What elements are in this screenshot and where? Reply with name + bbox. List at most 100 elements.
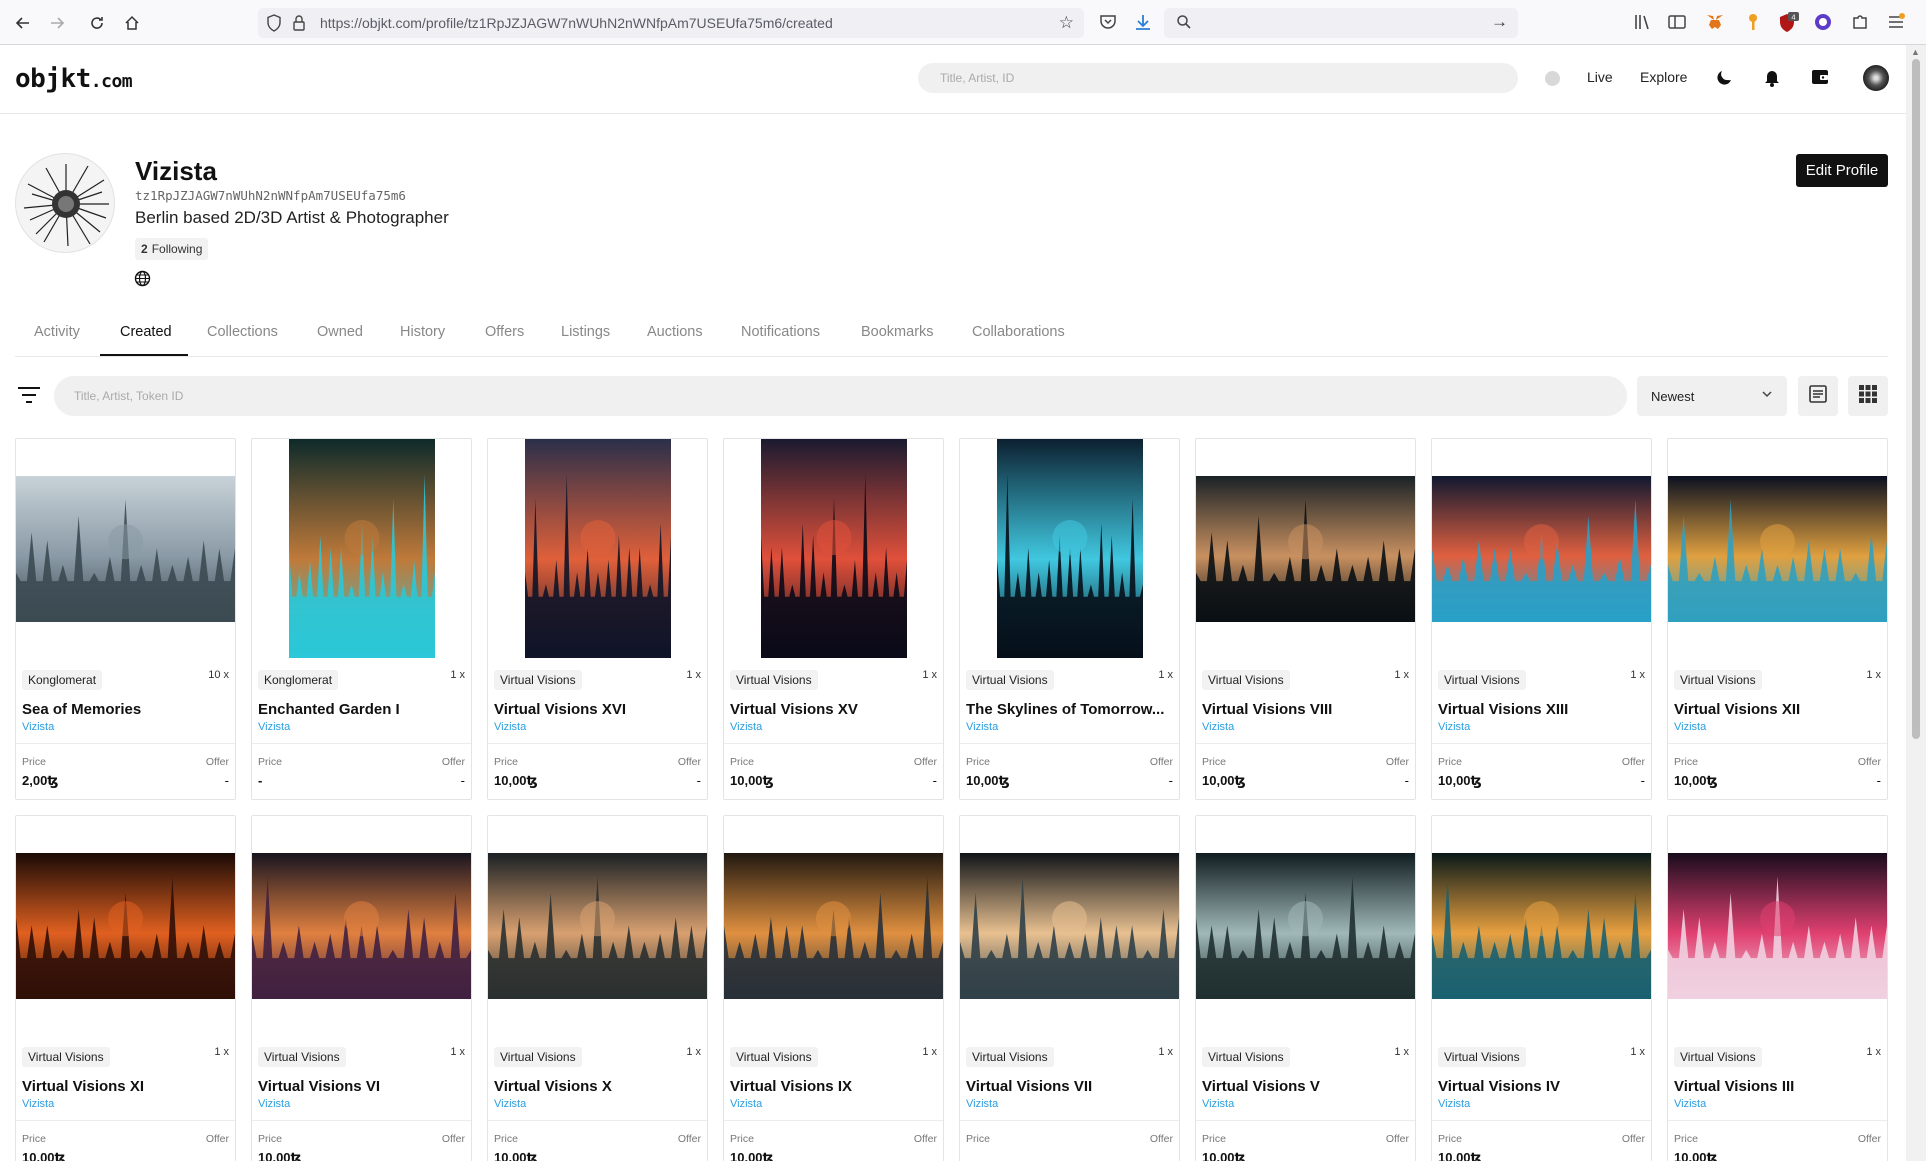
token-card[interactable]: Virtual Visions 1 x Virtual Visions VIII Vi…	[1195, 438, 1416, 800]
artist-link[interactable]: Vizista	[966, 721, 998, 733]
scrollbar-thumb[interactable]	[1912, 59, 1920, 739]
collection-badge[interactable]: Virtual Visions	[258, 1047, 346, 1067]
artist-link[interactable]: Vizista	[22, 1098, 54, 1110]
token-title[interactable]: Virtual Visions XVI	[494, 701, 702, 718]
tab-listings[interactable]: Listings	[561, 324, 610, 340]
token-media[interactable]	[724, 816, 943, 1035]
artist-link[interactable]: Vizista	[1674, 1098, 1706, 1110]
tab-created[interactable]: Created	[120, 324, 172, 340]
token-media[interactable]	[724, 439, 943, 658]
objkt-logo[interactable]: objkt.com	[15, 64, 133, 94]
token-card[interactable]: Virtual Visions 1 x Virtual Visions VII Viz…	[959, 815, 1180, 1161]
collection-badge[interactable]: Virtual Visions	[1438, 670, 1526, 690]
token-media[interactable]	[16, 439, 235, 658]
collection-badge[interactable]: Virtual Visions	[730, 1047, 818, 1067]
download-icon[interactable]	[1133, 12, 1155, 34]
nav-explore-link[interactable]: Explore	[1640, 69, 1687, 85]
user-avatar-button[interactable]	[1863, 65, 1889, 91]
artist-link[interactable]: Vizista	[1202, 721, 1234, 733]
address-bar[interactable]: https://objkt.com/profile/tz1RpJZJAGW7nW…	[258, 8, 1084, 38]
browser-search-box[interactable]: →	[1164, 8, 1518, 38]
token-media[interactable]	[488, 439, 707, 658]
token-title[interactable]: Virtual Visions IX	[730, 1078, 938, 1095]
token-title[interactable]: Virtual Visions XII	[1674, 701, 1882, 718]
artist-link[interactable]: Vizista	[258, 721, 290, 733]
artist-link[interactable]: Vizista	[258, 1098, 290, 1110]
token-title[interactable]: Virtual Visions IV	[1438, 1078, 1646, 1095]
token-title[interactable]: Enchanted Garden I	[258, 701, 466, 718]
collection-badge[interactable]: Virtual Visions	[494, 1047, 582, 1067]
forward-icon[interactable]	[45, 11, 69, 35]
bookmark-star-icon[interactable]: ☆	[1059, 13, 1074, 33]
site-search-input[interactable]	[918, 63, 1518, 93]
collection-badge[interactable]: Virtual Visions	[494, 670, 582, 690]
token-title[interactable]: The Skylines of Tomorrow...	[966, 701, 1174, 718]
collection-badge[interactable]: Konglomerat	[22, 670, 103, 690]
token-card[interactable]: Virtual Visions 1 x Virtual Visions XV Vizi…	[723, 438, 944, 800]
token-media[interactable]	[252, 816, 471, 1035]
collection-badge[interactable]: Virtual Visions	[1202, 1047, 1290, 1067]
back-icon[interactable]	[11, 11, 35, 35]
tab-offers[interactable]: Offers	[485, 324, 524, 340]
library-icon[interactable]	[1633, 12, 1655, 34]
sort-dropdown[interactable]: Newest	[1637, 376, 1787, 416]
token-card[interactable]: Virtual Visions 1 x Virtual Visions XIII Vi…	[1431, 438, 1652, 800]
token-search-input[interactable]	[54, 376, 1627, 416]
menu-hamburger-icon[interactable]	[1886, 12, 1908, 34]
token-card[interactable]: Virtual Visions 1 x Virtual Visions IX Vizi…	[723, 815, 944, 1161]
token-title[interactable]: Virtual Visions VI	[258, 1078, 466, 1095]
tab-auctions[interactable]: Auctions	[647, 324, 703, 340]
reload-icon[interactable]	[85, 11, 109, 35]
token-card[interactable]: Virtual Visions 1 x Virtual Visions V Vizis…	[1195, 815, 1416, 1161]
token-media[interactable]	[1668, 439, 1887, 658]
token-media[interactable]	[1196, 439, 1415, 658]
tab-bookmarks[interactable]: Bookmarks	[861, 324, 934, 340]
tab-collaborations[interactable]: Collaborations	[972, 324, 1065, 340]
shield-icon[interactable]	[266, 14, 282, 37]
token-title[interactable]: Virtual Visions V	[1202, 1078, 1410, 1095]
collection-badge[interactable]: Virtual Visions	[1674, 1047, 1762, 1067]
token-card[interactable]: Virtual Visions 1 x The Skylines of Tomorr…	[959, 438, 1180, 800]
collection-badge[interactable]: Virtual Visions	[966, 1047, 1054, 1067]
token-media[interactable]	[252, 439, 471, 658]
key-extension-icon[interactable]	[1743, 12, 1765, 34]
artist-link[interactable]: Vizista	[730, 721, 762, 733]
tab-notifications[interactable]: Notifications	[741, 324, 820, 340]
tab-activity[interactable]: Activity	[34, 324, 80, 340]
artist-link[interactable]: Vizista	[494, 721, 526, 733]
token-card[interactable]: Virtual Visions 1 x Virtual Visions VI Vizi…	[251, 815, 472, 1161]
artist-link[interactable]: Vizista	[1674, 721, 1706, 733]
extensions-puzzle-icon[interactable]	[1850, 12, 1872, 34]
token-title[interactable]: Virtual Visions XV	[730, 701, 938, 718]
token-media[interactable]	[16, 816, 235, 1035]
token-media[interactable]	[1196, 816, 1415, 1035]
token-card[interactable]: Konglomerat 10 x Sea of Memories Vizista Pri…	[15, 438, 236, 800]
token-media[interactable]	[1668, 816, 1887, 1035]
token-media[interactable]	[1432, 439, 1651, 658]
arrow-right-icon[interactable]: →	[1491, 12, 1508, 32]
artist-link[interactable]: Vizista	[1202, 1098, 1234, 1110]
artist-link[interactable]: Vizista	[1438, 721, 1470, 733]
token-card[interactable]: Virtual Visions 1 x Virtual Visions X Vizis…	[487, 815, 708, 1161]
artist-link[interactable]: Vizista	[22, 721, 54, 733]
pocket-icon[interactable]	[1098, 12, 1120, 34]
token-media[interactable]	[960, 816, 1179, 1035]
tab-collections[interactable]: Collections	[207, 324, 278, 340]
wallet-icon[interactable]	[1810, 67, 1832, 89]
list-view-button[interactable]	[1798, 376, 1838, 416]
token-media[interactable]	[960, 439, 1179, 658]
token-title[interactable]: Virtual Visions VII	[966, 1078, 1174, 1095]
lock-icon[interactable]	[292, 14, 306, 37]
bell-icon[interactable]	[1762, 67, 1784, 89]
metamask-fox-icon[interactable]	[1705, 12, 1727, 34]
filter-icon[interactable]	[17, 385, 41, 405]
collection-badge[interactable]: Virtual Visions	[730, 670, 818, 690]
token-title[interactable]: Sea of Memories	[22, 701, 230, 718]
following-badge[interactable]: 2 Following	[135, 238, 209, 260]
artist-link[interactable]: Vizista	[494, 1098, 526, 1110]
token-title[interactable]: Virtual Visions XIII	[1438, 701, 1646, 718]
artist-link[interactable]: Vizista	[966, 1098, 998, 1110]
token-media[interactable]	[488, 816, 707, 1035]
collection-badge[interactable]: Konglomerat	[258, 670, 339, 690]
home-icon[interactable]	[120, 11, 144, 35]
